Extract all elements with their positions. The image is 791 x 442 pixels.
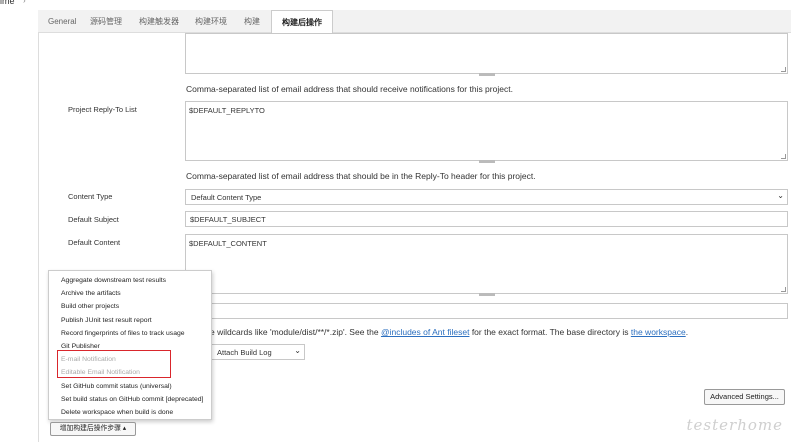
content-type-value: Default Content Type xyxy=(191,193,262,202)
menu-item-record-fingerprints[interactable]: Record fingerprints of files to track us… xyxy=(49,327,211,340)
attachments-help-text-2: for the exact format. The base directory… xyxy=(469,327,631,337)
resize-grip[interactable] xyxy=(478,160,495,163)
default-subject-input[interactable]: $DEFAULT_SUBJECT xyxy=(185,211,788,227)
post-build-actions-menu: Aggregate downstream test results Archiv… xyxy=(48,270,212,420)
content-type-select[interactable]: Default Content Type ⌄ xyxy=(185,189,788,205)
advanced-settings-button[interactable]: Advanced Settings... xyxy=(704,389,785,405)
resize-handle-icon[interactable] xyxy=(781,287,786,292)
recipients-help: Comma-separated list of email address th… xyxy=(186,84,513,94)
resize-grip[interactable] xyxy=(478,293,495,296)
default-content-label: Default Content xyxy=(68,238,121,247)
attach-build-log-select[interactable]: Attach Build Log ⌄ xyxy=(211,344,305,360)
tab-build[interactable]: 构建 xyxy=(234,10,270,33)
reply-to-textarea[interactable]: $DEFAULT_REPLYTO xyxy=(185,101,788,163)
highlight-box xyxy=(57,350,171,378)
attachments-input[interactable] xyxy=(185,303,788,319)
reply-to-help: Comma-separated list of email address th… xyxy=(186,171,536,181)
default-content-textarea[interactable]: $DEFAULT_CONTENT xyxy=(185,234,788,296)
content-type-label: Content Type xyxy=(68,192,113,201)
tab-build-triggers[interactable]: 构建触发器 xyxy=(129,10,189,33)
workspace-link[interactable]: the workspace xyxy=(631,327,686,337)
attachments-help: e wildcards like 'module/dist/**/*.zip'.… xyxy=(210,327,688,337)
chevron-down-icon: ⌄ xyxy=(294,346,301,355)
menu-item-delete-workspace[interactable]: Delete workspace when build is done xyxy=(49,406,211,419)
tab-post-build-actions[interactable]: 构建后操作 xyxy=(271,10,333,34)
tab-source-control[interactable]: 源码管理 xyxy=(80,10,132,33)
menu-item-publish-junit[interactable]: Publish JUnit test result report xyxy=(49,314,211,327)
attachments-help-text: e wildcards like 'module/dist/**/*.zip'.… xyxy=(210,327,381,337)
default-content-value: $DEFAULT_CONTENT xyxy=(189,239,267,248)
menu-item-github-commit-status[interactable]: Set GitHub commit status (universal) xyxy=(49,380,211,393)
add-post-build-step-button[interactable]: 增加构建后操作步骤 ▴ xyxy=(50,422,136,436)
tab-build-environment[interactable]: 构建环境 xyxy=(185,10,237,33)
attachments-help-suffix: . xyxy=(685,327,689,337)
breadcrumb-text: ime xyxy=(0,0,15,6)
chevron-down-icon: ⌄ xyxy=(777,191,784,200)
reply-to-value: $DEFAULT_REPLYTO xyxy=(189,106,265,115)
resize-handle-icon[interactable] xyxy=(781,154,786,159)
reply-to-label: Project Reply-To List xyxy=(68,105,137,114)
attach-build-log-value: Attach Build Log xyxy=(217,348,272,357)
breadcrumb-arrow-icon: › xyxy=(23,0,26,5)
recipients-textarea[interactable] xyxy=(185,33,788,76)
menu-item-build-other-projects[interactable]: Build other projects xyxy=(49,300,211,313)
menu-item-aggregate-test-results[interactable]: Aggregate downstream test results xyxy=(49,274,211,287)
config-tab-bar: General 源码管理 构建触发器 构建环境 构建 构建后操作 xyxy=(38,10,791,34)
resize-grip[interactable] xyxy=(478,73,495,76)
default-subject-label: Default Subject xyxy=(68,215,119,224)
watermark: testerhome xyxy=(686,416,783,434)
ant-fileset-link[interactable]: @includes of Ant fileset xyxy=(381,327,469,337)
menu-item-github-build-status-deprecated[interactable]: Set build status on GitHub commit [depre… xyxy=(49,393,211,406)
breadcrumb: ime › xyxy=(0,0,26,6)
menu-item-archive-artifacts[interactable]: Archive the artifacts xyxy=(49,287,211,300)
resize-handle-icon[interactable] xyxy=(781,67,786,72)
